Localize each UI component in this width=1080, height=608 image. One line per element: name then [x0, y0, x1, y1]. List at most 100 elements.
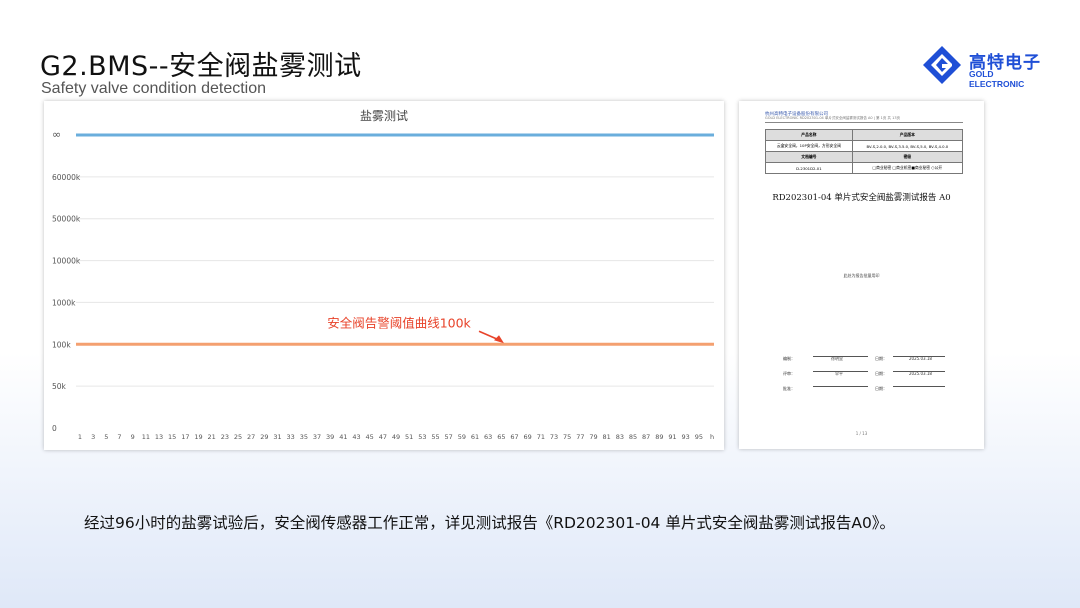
- chart-title: 盐雾测试: [360, 108, 408, 123]
- x-tick-label: 21: [208, 433, 216, 441]
- table-cell: D-2301D2-01: [765, 162, 853, 174]
- x-tick-label: 53: [418, 433, 426, 441]
- signature-row: 批准： 日期：: [783, 383, 945, 398]
- logo-name-en: GOLD ELECTRONIC: [969, 69, 1025, 89]
- report-info-table: 产品名称 产品版本 云盒安全阀，10P安全阀，方形安全阀 BV-S,2.0.0,…: [765, 129, 964, 174]
- sign-line: [813, 386, 868, 387]
- table-cell: 密级: [851, 151, 964, 163]
- x-tick-label: 51: [405, 433, 413, 441]
- y-tick-label: ∞: [52, 128, 61, 141]
- x-tick-label: 73: [550, 433, 558, 441]
- x-tick-label: 57: [445, 433, 453, 441]
- salt-spray-chart: 盐雾测试 0 50k 100k 1000k 10000k 50000k 60000k ∞ 1 3 5 7…: [44, 101, 724, 450]
- x-tick-label: 71: [537, 433, 545, 441]
- x-tick-label: 87: [642, 433, 650, 441]
- x-tick-label: 13: [155, 433, 163, 441]
- x-tick-label: 45: [366, 433, 374, 441]
- x-tick-label: 5: [104, 433, 108, 441]
- x-tick-label: 49: [392, 433, 400, 441]
- signature-row: 评审： 罕平 日期： 2025.03.18: [783, 368, 945, 383]
- page-title: G2.BMS--安全阀盐雾测试: [40, 51, 362, 82]
- x-tick-label: 63: [484, 433, 492, 441]
- x-tick-label: 11: [142, 433, 150, 441]
- x-tick-label: 41: [339, 433, 347, 441]
- x-tick-label: 77: [576, 433, 584, 441]
- sign-line: [813, 371, 868, 372]
- y-tick-label: 10000k: [52, 257, 81, 266]
- x-tick-label: 61: [471, 433, 479, 441]
- x-tick-label: 23: [221, 433, 229, 441]
- x-tick-label: 31: [273, 433, 281, 441]
- signature-row: 编制： 徐明显 日期： 2025.03.18: [783, 353, 945, 368]
- date-label: 日期：: [875, 386, 887, 391]
- x-tick-label: h: [710, 433, 714, 441]
- x-tick-label: 55: [431, 433, 439, 441]
- annotation-arrow-head: [494, 335, 504, 344]
- x-tick-label: 75: [563, 433, 571, 441]
- report-page-number: 1 / 13: [855, 431, 868, 436]
- x-tick-label: 27: [247, 433, 255, 441]
- sign-line: [813, 356, 868, 357]
- x-tick-label: 91: [668, 433, 676, 441]
- x-tick-label: 85: [629, 433, 637, 441]
- table-row: 产品名称 产品版本: [765, 129, 964, 141]
- x-tick-label: 17: [181, 433, 189, 441]
- sign-label: 批准：: [783, 386, 795, 391]
- test-report-thumbnail: 杭州高特电子设备股份有限公司 GOLD ELECTRONIC RD202301-…: [739, 101, 984, 449]
- date-label: 日期：: [875, 371, 887, 376]
- gold-electronic-g-icon: [923, 46, 961, 84]
- conclusion-text: 经过96小时的盐雾试验后，安全阀传感器工作正常，详见测试报告《RD202301-…: [84, 514, 896, 532]
- x-tick-label: 47: [379, 433, 387, 441]
- x-tick-label: 59: [458, 433, 466, 441]
- x-tick-label: 7: [117, 433, 121, 441]
- y-tick-label: 50000k: [52, 215, 81, 224]
- y-tick-label: 1000k: [52, 298, 76, 307]
- y-tick-label: 60000k: [52, 173, 81, 182]
- report-header-sub: GOLD ELECTRONIC RD202301-04 单片式安全阀盐雾测试报告…: [765, 116, 901, 120]
- x-tick-label: 39: [326, 433, 334, 441]
- table-row: D-2301D2-01 □商业秘密 □商业机密■商业秘密 ○公开: [765, 162, 964, 174]
- x-tick-label: 15: [168, 433, 176, 441]
- y-tick-label: 50k: [52, 382, 67, 391]
- x-tick-label: 37: [313, 433, 321, 441]
- x-tick-label: 95: [695, 433, 703, 441]
- sign-label: 评审：: [783, 371, 795, 376]
- table-row: 文档编号 密级: [765, 151, 964, 163]
- report-note: 此处为报告批量用印: [843, 273, 880, 278]
- x-tick-label: 93: [682, 433, 690, 441]
- threshold-annotation: 安全阀告警阈值曲线100k: [327, 315, 471, 330]
- chart-canvas: 盐雾测试050k100k1000k10000k50000k60000k∞1 3 5 7…: [52, 108, 714, 441]
- x-tick-label: 3: [91, 433, 95, 441]
- table-cell: BV-S,2.0.0, BV-S,3.5.0, BV-S,5.0, BV-S,4…: [851, 140, 964, 152]
- x-tick-label: 25: [234, 433, 242, 441]
- x-tick-label: 29: [260, 433, 268, 441]
- x-tick-label: 33: [287, 433, 295, 441]
- y-tick-label: 100k: [52, 340, 71, 349]
- x-tick-label: 69: [524, 433, 532, 441]
- x-tick-label: 79: [589, 433, 597, 441]
- x-tick-label: 83: [616, 433, 624, 441]
- date-line: [893, 386, 945, 387]
- date-line: [893, 371, 945, 372]
- x-tick-label: 1: [78, 433, 82, 441]
- x-tick-label: 81: [603, 433, 611, 441]
- date-line: [893, 356, 945, 357]
- x-tick-label: 35: [300, 433, 308, 441]
- report-title: RD202301-04 单片式安全阀盐雾测试报告 A0: [772, 193, 951, 203]
- table-cell: □商业秘密 □商业机密■商业秘密 ○公开: [851, 162, 964, 174]
- page-subtitle: Safety valve condition detection: [41, 80, 267, 97]
- x-tick-label: 65: [497, 433, 505, 441]
- x-tick-label: 43: [352, 433, 360, 441]
- table-cell: 云盒安全阀，10P安全阀，方形安全阀: [765, 140, 853, 152]
- table-cell: 产品名称: [765, 129, 853, 141]
- x-tick-label: 19: [194, 433, 202, 441]
- table-row: 云盒安全阀，10P安全阀，方形安全阀 BV-S,2.0.0, BV-S,3.5.…: [765, 140, 964, 152]
- table-cell: 产品版本: [851, 129, 964, 141]
- report-signatures: 编制： 徐明显 日期： 2025.03.18 评审： 罕平 日期： 2025.0…: [783, 353, 945, 398]
- y-tick-label: 0: [52, 424, 57, 433]
- report-header-rule: [765, 122, 963, 123]
- company-logo: 高特电子 GOLD ELECTRONIC: [921, 44, 1041, 89]
- table-cell: 文档编号: [765, 151, 853, 163]
- x-tick-label: 89: [655, 433, 663, 441]
- sign-label: 编制：: [783, 356, 795, 361]
